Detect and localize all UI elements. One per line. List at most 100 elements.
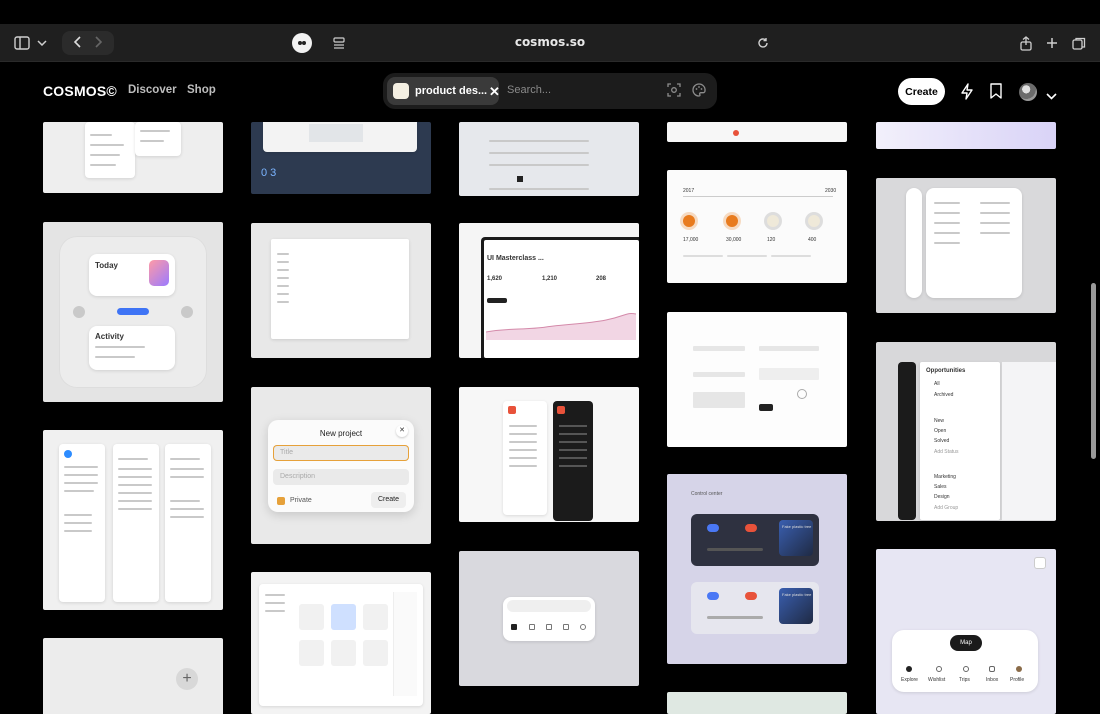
calendar-preview xyxy=(489,136,599,192)
grid-card[interactable] xyxy=(876,122,1056,149)
plus-icon: + xyxy=(176,668,198,690)
sidebar-icon[interactable] xyxy=(12,32,32,54)
color-palette-icon[interactable] xyxy=(692,83,708,99)
grid-card[interactable] xyxy=(43,122,223,193)
grid-card[interactable] xyxy=(667,312,847,447)
grid-card[interactable]: + xyxy=(43,638,223,714)
blue-toggle xyxy=(117,308,149,315)
scrollbar-thumb[interactable] xyxy=(1091,283,1096,459)
grid-card[interactable]: New project ✕ Title Description Private … xyxy=(251,387,431,544)
filter-item[interactable]: Open xyxy=(934,428,946,434)
create-button[interactable]: Create xyxy=(898,78,945,105)
control-panel-dark: Fake plastic tree xyxy=(691,514,819,566)
navigation-group xyxy=(62,31,114,55)
filter-item[interactable]: Design xyxy=(934,494,950,500)
tab-profile[interactable]: Profile xyxy=(1010,677,1024,683)
grid-card[interactable] xyxy=(251,572,431,714)
grid-card[interactable]: 0 3 xyxy=(251,122,431,194)
inbox-icon xyxy=(989,666,995,672)
description-field[interactable]: Description xyxy=(273,469,409,485)
forward-icon[interactable] xyxy=(95,35,103,52)
trips-icon xyxy=(963,666,969,672)
grid-card[interactable]: Today Activity xyxy=(43,222,223,402)
title-field[interactable]: Title xyxy=(273,445,409,461)
nav-shop[interactable]: Shop xyxy=(187,84,216,96)
close-icon[interactable]: ✕ xyxy=(489,84,500,100)
grid-card[interactable] xyxy=(251,223,431,358)
profile-icon xyxy=(1016,666,1022,672)
tab-inbox[interactable]: Inbox xyxy=(986,677,998,683)
grid-card[interactable] xyxy=(667,122,847,142)
url-text[interactable]: cosmos.so xyxy=(490,35,610,49)
filter-item[interactable]: Solved xyxy=(934,438,949,444)
stat-value: 208 xyxy=(596,276,607,282)
filter-item[interactable]: Add Group xyxy=(934,505,958,511)
filter-item[interactable]: Add Status xyxy=(934,449,958,455)
private-checkbox[interactable] xyxy=(277,497,285,505)
step-number: 0 3 xyxy=(261,167,277,179)
card-today-widget: Today xyxy=(89,254,175,296)
tab-wishlist[interactable]: Wishlist xyxy=(928,677,945,683)
share-icon[interactable] xyxy=(1017,32,1035,54)
bookmark-icon[interactable] xyxy=(990,83,1006,101)
grid-card[interactable]: 2017 2030 17,000 30,000 120 400 xyxy=(667,170,847,283)
chevron-down-icon[interactable] xyxy=(36,32,48,54)
grid-card[interactable] xyxy=(459,551,639,686)
masonry-grid: Today Activity + 0 3 New project ✕ Title… xyxy=(0,122,1100,714)
chip-label: product des... xyxy=(415,85,488,97)
close-icon[interactable]: ✕ xyxy=(396,425,408,437)
grid-card[interactable]: Opportunities All Archived New Open Solv… xyxy=(876,342,1056,521)
metric-value: 400 xyxy=(808,237,817,243)
control-center-title: Control center xyxy=(691,491,723,497)
card-ui-preview xyxy=(135,122,181,156)
reload-icon[interactable] xyxy=(754,32,772,54)
tab-explore[interactable]: Explore xyxy=(901,677,918,683)
cosmos-logo[interactable]: COSMOS© xyxy=(43,83,117,99)
search-chip[interactable]: product des... ✕ xyxy=(387,77,500,105)
plus-icon xyxy=(181,306,193,318)
filter-item[interactable]: New xyxy=(934,418,944,424)
opportunities-rail xyxy=(898,362,916,520)
card-ui-preview xyxy=(113,444,159,602)
track-title: Fake plastic tree xyxy=(782,592,812,597)
grid-card[interactable]: UI Masterclass ... 1,620 1,210 208 xyxy=(459,223,639,358)
card-masterclass-preview: UI Masterclass ... 1,620 1,210 208 xyxy=(484,240,639,358)
grid-card[interactable] xyxy=(43,430,223,610)
back-icon[interactable] xyxy=(73,35,81,52)
card-ui-preview xyxy=(271,239,409,339)
filter-item[interactable]: All xyxy=(934,381,940,387)
chevron-down-icon[interactable] xyxy=(1046,87,1062,105)
grid-card[interactable] xyxy=(667,692,847,714)
grid-card[interactable] xyxy=(459,387,639,522)
grid-card[interactable] xyxy=(459,122,639,196)
heart-icon xyxy=(936,666,942,672)
grid-card[interactable]: Control center Fake plastic tree Fake pl… xyxy=(667,474,847,664)
create-project-button[interactable]: Create xyxy=(371,492,406,508)
avatar[interactable] xyxy=(1019,83,1037,101)
system-top-strip xyxy=(0,0,1100,24)
browser-toolbar: cosmos.so xyxy=(0,24,1100,62)
control-panel-light: Fake plastic tree xyxy=(691,582,819,634)
search-input[interactable]: Search... xyxy=(507,84,551,96)
stat-value: 1,620 xyxy=(487,276,503,282)
today-label: Today xyxy=(95,261,118,270)
filter-item[interactable]: Marketing xyxy=(934,474,956,480)
reader-icon[interactable] xyxy=(330,32,348,54)
rail-preview xyxy=(906,188,922,298)
card-ui-preview xyxy=(926,188,1022,298)
filter-item[interactable]: Sales xyxy=(934,484,947,490)
grid-card[interactable]: Map Explore Wishlist Trips Inbox Profile xyxy=(876,549,1056,714)
visual-search-icon[interactable] xyxy=(667,83,683,99)
map-button[interactable]: Map xyxy=(950,635,982,651)
tab-trips[interactable]: Trips xyxy=(959,677,970,683)
metric-value: 17,000 xyxy=(683,237,699,243)
filter-item[interactable]: Archived xyxy=(934,392,953,398)
grid-card[interactable] xyxy=(876,178,1056,313)
nav-discover[interactable]: Discover xyxy=(128,84,177,96)
map-preview xyxy=(263,122,417,152)
tabs-icon[interactable] xyxy=(1070,32,1088,54)
lightning-icon[interactable] xyxy=(960,83,976,101)
extension-icon[interactable] xyxy=(292,33,312,53)
select-checkbox[interactable] xyxy=(1034,557,1046,569)
new-tab-icon[interactable] xyxy=(1043,32,1061,54)
